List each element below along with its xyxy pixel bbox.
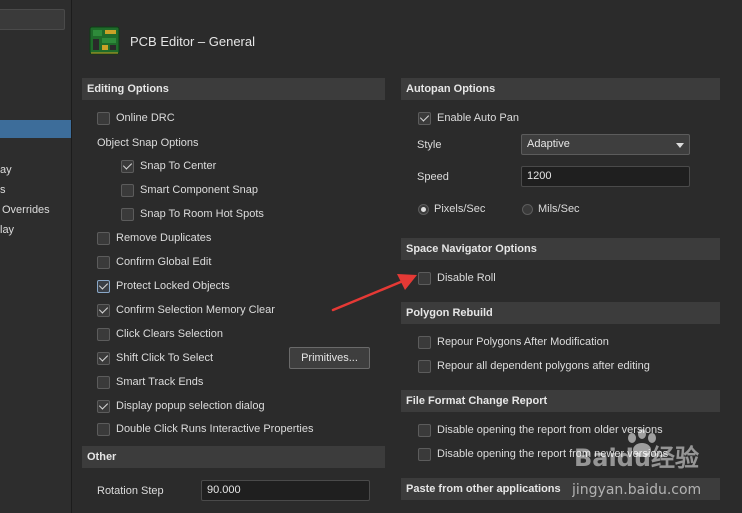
checkbox-label: Confirm Global Edit [116,256,212,268]
radio-label: Mils/Sec [538,203,580,215]
radio-dot[interactable] [522,203,533,215]
section-header-file-format-change-report: File Format Change Report [401,390,720,412]
checkbox-box[interactable] [97,327,110,341]
checkbox-label: Remove Duplicates [116,232,212,244]
radio-dot[interactable] [418,203,429,215]
section-header-autopan-options: Autopan Options [401,78,720,100]
pcb-board-icon [89,26,120,55]
checkbox-label: Confirm Selection Memory Clear [116,304,275,316]
shift-click-to-select-checkbox[interactable]: Shift Click To Select [97,350,213,366]
click-clears-selection-checkbox[interactable]: Click Clears Selection [97,326,223,342]
enable-auto-pan-checkbox[interactable]: Enable Auto Pan [418,110,519,126]
smart-track-ends-checkbox[interactable]: Smart Track Ends [97,374,203,390]
checkbox-label: Snap To Center [140,160,217,172]
repour-dependent-checkbox[interactable]: Repour all dependent polygons after edit… [418,358,650,374]
rotation-step-label: Rotation Step [97,485,164,497]
speed-label: Speed [417,171,449,183]
checkbox-label: Snap To Room Hot Spots [140,208,264,220]
snap-to-center-checkbox[interactable]: Snap To Center [121,158,216,174]
style-label: Style [417,139,442,151]
checkbox-box[interactable] [418,335,431,349]
primitives-button[interactable]: Primitives... [289,347,370,369]
rotation-step-input[interactable]: 90.000 [201,480,370,501]
checkbox-label: Smart Component Snap [140,184,259,196]
checkbox-box[interactable] [97,422,110,436]
checkbox-box[interactable] [97,255,110,269]
checkbox-box[interactable] [97,231,110,245]
tree-search-input[interactable] [0,9,65,30]
checkbox-label: Disable Roll [437,272,496,284]
checkbox-box[interactable] [121,159,134,173]
checkbox-label: Double Click Runs Interactive Properties [116,423,314,435]
checkbox-label: Disable opening the report from older ve… [437,424,663,436]
style-dropdown-value: Adaptive [527,138,570,150]
left-tree-panel [0,0,72,513]
disable-roll-checkbox[interactable]: Disable Roll [418,270,496,286]
checkbox-label: Online DRC [116,112,175,124]
radio-label: Pixels/Sec [434,203,486,215]
section-header-paste-from-other-applications: Paste from other applications [401,478,720,500]
double-click-runs-interactive-properties-checkbox[interactable]: Double Click Runs Interactive Properties [97,421,313,437]
section-header-other: Other [82,446,385,468]
style-dropdown[interactable]: Adaptive [521,134,690,155]
display-popup-selection-dialog-checkbox[interactable]: Display popup selection dialog [97,398,265,414]
mils-sec-radio[interactable]: Mils/Sec [522,201,580,217]
protect-locked-objects-checkbox[interactable]: Protect Locked Objects [97,278,230,294]
disable-older-versions-checkbox[interactable]: Disable opening the report from older ve… [418,422,663,438]
annotation-arrow-icon [331,274,417,312]
checkbox-box[interactable] [97,399,110,413]
tree-item-3[interactable]: Overrides [2,204,71,216]
speed-input[interactable]: 1200 [521,166,690,187]
pixels-sec-radio[interactable]: Pixels/Sec [418,201,485,217]
section-header-editing-options: Editing Options [82,78,385,100]
checkbox-label: Enable Auto Pan [437,112,519,124]
checkbox-box[interactable] [97,375,110,389]
disable-newer-versions-checkbox[interactable]: Disable opening the report from newer ve… [418,446,668,462]
checkbox-label: Smart Track Ends [116,376,204,388]
checkbox-label: Repour Polygons After Modification [437,336,609,348]
online-drc-checkbox[interactable]: Online DRC [97,110,175,126]
smart-component-snap-checkbox[interactable]: Smart Component Snap [121,182,258,198]
checkbox-label: Protect Locked Objects [116,280,230,292]
checkbox-box[interactable] [97,279,110,293]
object-snap-options-label: Object Snap Options [97,137,199,149]
tree-item-4[interactable]: lay [0,224,70,236]
checkbox-box[interactable] [418,447,431,461]
section-header-polygon-rebuild: Polygon Rebuild [401,302,720,324]
repour-after-modification-checkbox[interactable]: Repour Polygons After Modification [418,334,609,350]
page-title: PCB Editor – General [130,34,256,49]
chevron-down-icon [676,143,684,148]
checkbox-box[interactable] [418,111,431,125]
checkbox-box[interactable] [418,423,431,437]
tree-item-1[interactable]: ay [0,164,70,176]
checkbox-box[interactable] [97,351,110,365]
checkbox-box[interactable] [121,183,134,197]
checkbox-label: Repour all dependent polygons after edit… [437,360,650,372]
checkbox-box[interactable] [418,359,431,373]
remove-duplicates-checkbox[interactable]: Remove Duplicates [97,230,211,246]
checkbox-label: Display popup selection dialog [116,400,265,412]
checkbox-label: Shift Click To Select [116,352,214,364]
confirm-selection-memory-clear-checkbox[interactable]: Confirm Selection Memory Clear [97,302,275,318]
tree-item-2[interactable]: s [0,184,70,196]
section-header-space-navigator-options: Space Navigator Options [401,238,720,260]
checkbox-label: Click Clears Selection [116,328,223,340]
checkbox-label: Disable opening the report from newer ve… [437,448,669,460]
checkbox-box[interactable] [97,303,110,317]
checkbox-box[interactable] [121,207,134,221]
snap-to-room-hot-spots-checkbox[interactable]: Snap To Room Hot Spots [121,206,264,222]
checkbox-box[interactable] [97,111,110,125]
confirm-global-edit-checkbox[interactable]: Confirm Global Edit [97,254,211,270]
tree-item-selected[interactable] [0,120,71,138]
